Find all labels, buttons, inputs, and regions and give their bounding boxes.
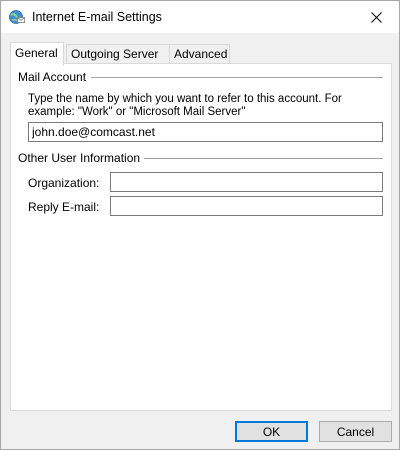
tab-general[interactable]: General <box>10 42 64 66</box>
general-tab-panel: Mail Account Type the name by which you … <box>10 63 392 411</box>
window-title: Internet E-mail Settings <box>32 10 162 24</box>
ok-button[interactable]: OK <box>235 421 308 442</box>
close-button[interactable] <box>353 1 399 33</box>
other-info-divider <box>144 158 383 159</box>
title-bar: Internet E-mail Settings <box>1 1 399 33</box>
account-name-instruction: Type the name by which you want to refer… <box>28 93 342 118</box>
mail-account-heading: Mail Account <box>18 70 91 84</box>
other-info-heading: Other User Information <box>18 151 145 165</box>
mail-account-divider <box>91 77 383 78</box>
tab-advanced[interactable]: Advanced <box>169 44 230 64</box>
dialog-window: Internet E-mail Settings General Outgoin… <box>0 0 400 450</box>
account-name-input[interactable] <box>28 122 383 142</box>
organization-input[interactable] <box>110 172 383 192</box>
reply-email-label: Reply E-mail: <box>28 200 100 214</box>
close-icon <box>370 11 382 23</box>
cancel-button[interactable]: Cancel <box>319 421 392 442</box>
reply-email-input[interactable] <box>110 196 383 216</box>
tab-outgoing-server[interactable]: Outgoing Server <box>66 44 170 64</box>
globe-envelope-icon <box>9 9 25 25</box>
organization-label: Organization: <box>28 176 100 190</box>
